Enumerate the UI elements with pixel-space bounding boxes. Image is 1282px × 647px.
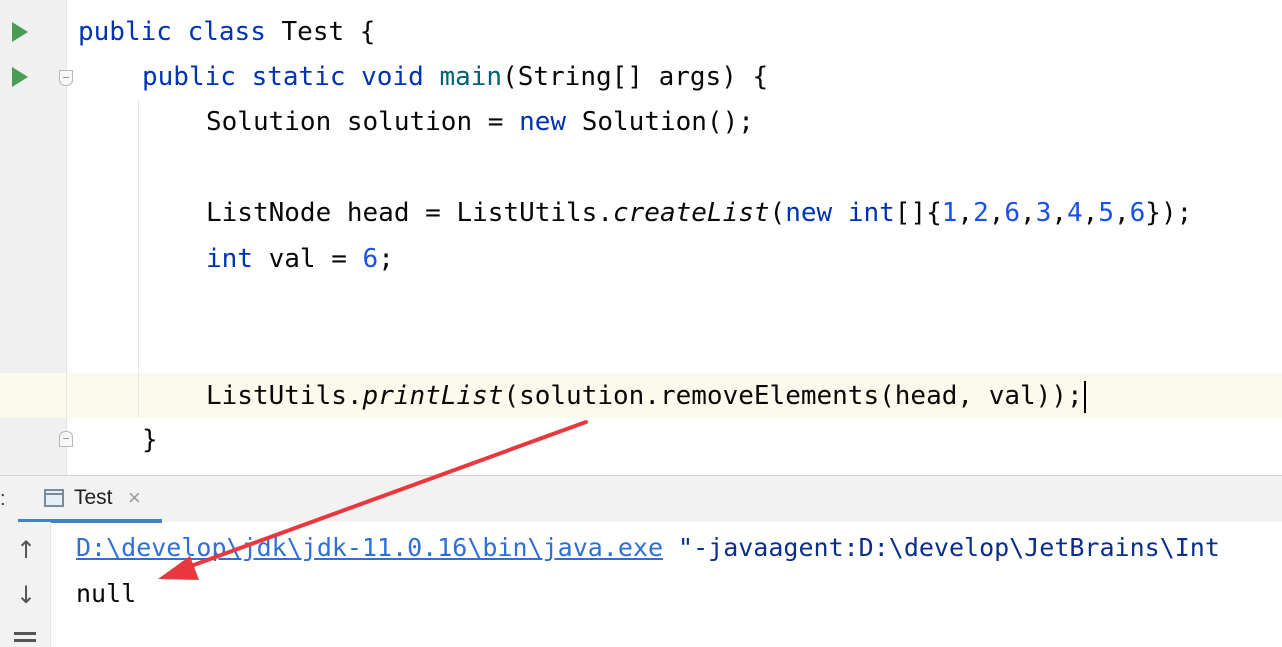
tab-label: Test: [74, 486, 113, 509]
java-path-link[interactable]: D:\develop\jdk\jdk-11.0.16\bin\java.exe: [76, 533, 663, 562]
code-editor[interactable]: public class Test { public static void m…: [0, 0, 1282, 475]
console-tab-icon: [44, 489, 64, 507]
code-line-10: }: [142, 425, 158, 455]
soft-wrap-icon[interactable]: [14, 632, 36, 642]
code-line-2: public static void main(String[] args) {: [142, 62, 769, 92]
text-cursor: [1083, 380, 1086, 413]
down-arrow-icon[interactable]: ↓: [10, 579, 42, 611]
indent-guide: [138, 100, 139, 418]
up-arrow-icon[interactable]: ↑: [10, 534, 42, 566]
run-toolwindow-header: : Test ×: [0, 475, 1282, 523]
run-class-icon[interactable]: [12, 22, 28, 42]
code-line-6: int val = 6;: [206, 244, 394, 274]
code-line-9: ListUtils.printList(solution.removeEleme…: [206, 374, 1086, 419]
tab-test[interactable]: Test ×: [18, 476, 162, 523]
code-line-5: ListNode head = ListUtils.createList(new…: [206, 198, 1193, 228]
code-line-1: public class Test {: [78, 17, 376, 47]
close-icon[interactable]: ×: [128, 485, 141, 511]
toolwindow-prefix: :: [0, 488, 6, 510]
code-line-3: Solution solution = new Solution();: [206, 107, 754, 137]
fold-start-icon[interactable]: [59, 70, 73, 86]
run-main-icon[interactable]: [12, 67, 28, 87]
console-output: null: [76, 579, 137, 608]
console-command-line: D:\develop\jdk\jdk-11.0.16\bin\java.exe …: [76, 533, 1220, 562]
fold-end-icon[interactable]: [59, 431, 73, 447]
console-toolbar: ↑ ↓: [0, 522, 51, 647]
